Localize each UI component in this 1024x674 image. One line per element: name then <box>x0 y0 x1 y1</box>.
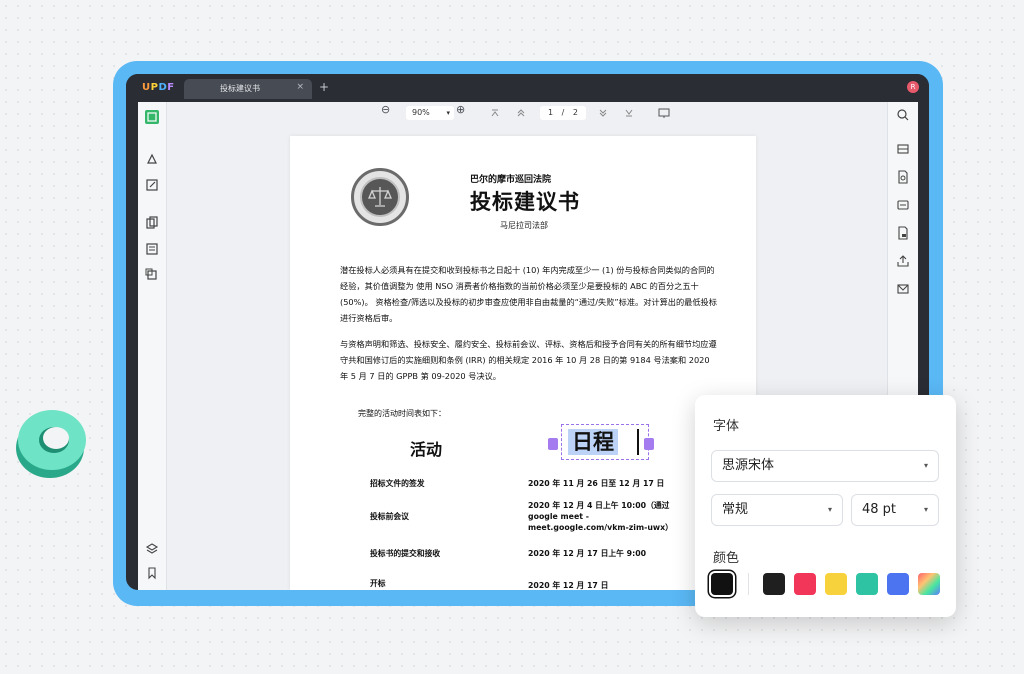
zoom-in-icon[interactable]: ⊕ <box>456 103 465 116</box>
pdf-page: 巴尔的摩市巡回法院 投标建议书 马尼拉司法部 潜在投标人必须具有在提交和收到投标… <box>290 136 756 590</box>
share-icon[interactable] <box>896 254 910 268</box>
swatch-divider <box>748 573 749 595</box>
resize-handle-right[interactable] <box>644 438 654 450</box>
chevron-down-icon: ▾ <box>827 505 832 514</box>
email-icon[interactable] <box>896 282 910 296</box>
tab-title: 投标建议书 <box>220 84 260 93</box>
font-size-select[interactable]: 48 pt ▾ <box>851 494 939 526</box>
previous-page-icon[interactable] <box>516 108 526 118</box>
current-color-swatch[interactable] <box>711 573 733 595</box>
paragraph-2: 与资格声明和筛选、投标安全、履约安全、投标前会议、评标、资格后和授予合同有关的所… <box>340 339 717 381</box>
updf-logo: UPDF <box>142 82 175 93</box>
reader-mode-icon[interactable] <box>145 110 159 124</box>
avatar[interactable]: R <box>907 81 919 93</box>
table-row-activity: 开标 <box>370 579 386 588</box>
scales-emblem <box>360 177 400 217</box>
document-title: 投标建议书 <box>470 190 580 214</box>
layers-icon[interactable] <box>145 542 159 556</box>
zoom-select[interactable]: 90% ▾ <box>406 106 454 120</box>
table-row-activity: 投标前会议 <box>370 512 409 521</box>
department-name: 马尼拉司法部 <box>500 221 548 230</box>
torus-decoration <box>16 410 86 478</box>
tab-close-icon[interactable]: × <box>296 82 304 92</box>
font-style-select[interactable]: 常规 ▾ <box>711 494 843 526</box>
court-seal <box>351 168 409 226</box>
color-swatch-yellow[interactable] <box>825 573 847 595</box>
font-properties-panel: 字体 思源宋体 ▾ 常规 ▾ 48 pt ▾ 颜色 <box>695 395 956 617</box>
edit-pdf-icon[interactable] <box>145 178 159 192</box>
schedule-intro: 完整的活动时间表如下： <box>358 409 446 418</box>
left-toolbar <box>138 102 167 590</box>
comment-icon[interactable] <box>145 152 159 166</box>
resize-handle-left[interactable] <box>548 438 558 450</box>
organize-pages-icon[interactable] <box>145 216 159 230</box>
chevron-down-icon: ▾ <box>923 505 928 514</box>
table-row-activity: 投标书的提交和接收 <box>370 549 441 558</box>
font-family-value: 思源宋体 <box>722 458 775 473</box>
table-row-date: 2020 年 11 月 26 日至 12 月 17 日 <box>528 479 665 488</box>
table-row-date: 2020 年 12 月 17 日 <box>528 581 609 590</box>
form-icon[interactable] <box>145 242 159 256</box>
color-swatch-black[interactable] <box>763 573 785 595</box>
selected-text[interactable]: 日程 <box>568 429 618 455</box>
chevron-down-icon: ▾ <box>446 109 450 117</box>
color-swatch-red[interactable] <box>794 573 816 595</box>
organization-name: 巴尔的摩市巡回法院 <box>470 175 552 185</box>
color-swatch-blue[interactable] <box>887 573 909 595</box>
page-separator: / <box>561 108 565 117</box>
table-row-date: 2020 年 12 月 4 日上午 10:00（通过 google meet -… <box>528 501 673 532</box>
next-page-icon[interactable] <box>598 108 608 118</box>
search-icon[interactable] <box>896 108 910 122</box>
current-page: 1 <box>548 108 554 117</box>
font-size-value: 48 pt <box>862 502 897 517</box>
color-label: 颜色 <box>713 551 740 566</box>
first-page-icon[interactable] <box>490 108 500 118</box>
chevron-down-icon: ▾ <box>923 461 928 470</box>
font-family-select[interactable]: 思源宋体 ▾ <box>711 450 939 482</box>
bookmark-icon[interactable] <box>145 566 159 580</box>
zoom-value: 90% <box>412 108 430 117</box>
font-label: 字体 <box>713 419 740 434</box>
table-row-activity: 招标文件的签发 <box>370 479 425 488</box>
last-page-icon[interactable] <box>624 108 634 118</box>
page-indicator[interactable]: 1 / 2 <box>540 106 586 120</box>
pdfa-icon[interactable] <box>896 198 910 212</box>
total-pages: 2 <box>572 108 578 117</box>
text-edit-box[interactable]: 日程 <box>561 424 649 460</box>
zoom-out-icon[interactable]: ⊖ <box>381 103 390 116</box>
protect-icon[interactable] <box>896 226 910 240</box>
table-row-date: 2020 年 12 月 17 日上午 9:00 <box>528 549 647 558</box>
text-caret <box>637 429 639 455</box>
paragraph-1: 潜在投标人必须具有在提交和收到投标书之日起十 (10) 年内完成至少一 (1) … <box>340 265 717 323</box>
font-style-value: 常规 <box>722 502 749 517</box>
title-bar: UPDF 投标建议书 × + R <box>126 74 929 102</box>
activity-header: 活动 <box>410 440 443 459</box>
color-swatch-teal[interactable] <box>856 573 878 595</box>
document-tab[interactable]: 投标建议书 × <box>184 79 312 99</box>
presentation-icon[interactable] <box>658 107 670 119</box>
add-tab-icon[interactable]: + <box>319 80 329 94</box>
convert-icon[interactable] <box>896 170 910 184</box>
crop-icon[interactable] <box>145 268 159 282</box>
color-swatch-custom[interactable] <box>918 573 940 595</box>
ocr-icon[interactable] <box>896 142 910 156</box>
